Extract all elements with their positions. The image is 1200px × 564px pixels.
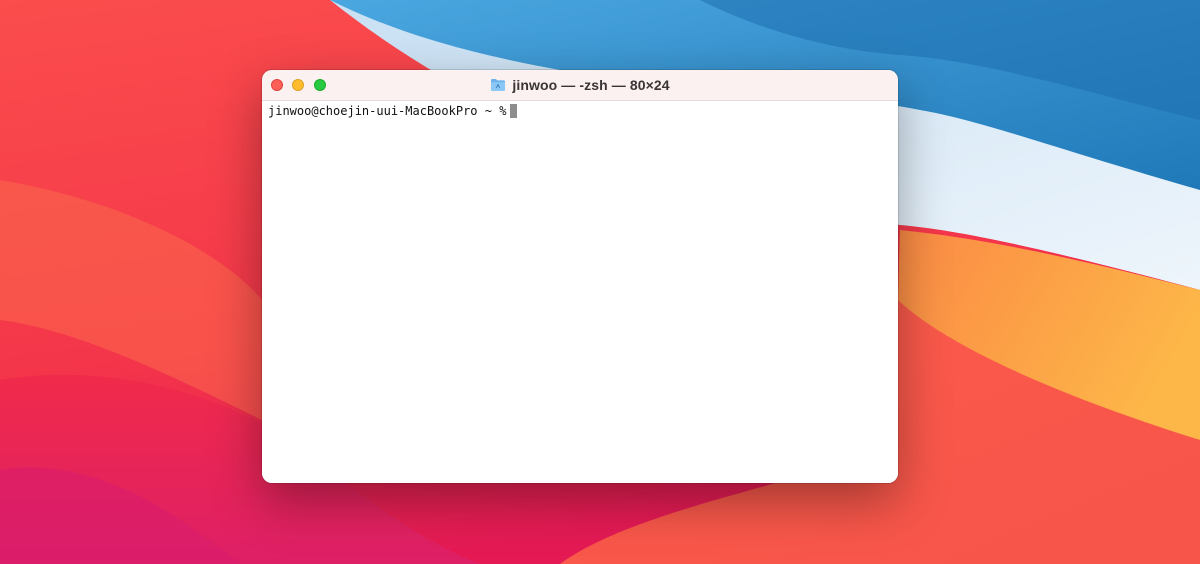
- prompt-text: jinwoo@choejin-uui-MacBookPro ~ %: [268, 104, 507, 118]
- prompt-line: jinwoo@choejin-uui-MacBookPro ~ %: [268, 104, 518, 118]
- window-title-group: jinwoo — -zsh — 80×24: [262, 70, 898, 100]
- title-bar[interactable]: jinwoo — -zsh — 80×24: [262, 70, 898, 101]
- terminal-content[interactable]: jinwoo@choejin-uui-MacBookPro ~ %: [262, 101, 898, 483]
- window-title: jinwoo — -zsh — 80×24: [512, 77, 670, 93]
- folder-icon: [490, 78, 506, 92]
- text-cursor: [510, 104, 518, 118]
- terminal-window[interactable]: jinwoo — -zsh — 80×24 jinwoo@choejin-uui…: [262, 70, 898, 483]
- desktop: jinwoo — -zsh — 80×24 jinwoo@choejin-uui…: [0, 0, 1200, 564]
